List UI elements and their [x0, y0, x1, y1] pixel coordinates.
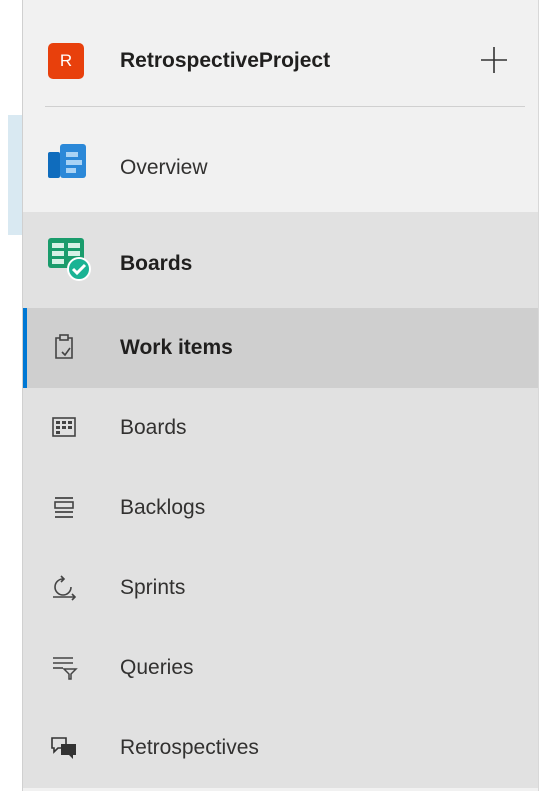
overview-label: Overview	[120, 156, 208, 179]
nav-work-items-label: Work items	[120, 336, 233, 359]
nav-sprints[interactable]: Sprints	[23, 548, 538, 628]
nav-boards-label: Boards	[120, 416, 187, 439]
boards-hub-label: Boards	[120, 252, 193, 275]
boards-hub-icon	[46, 236, 92, 282]
nav-work-items[interactable]: Work items	[23, 308, 538, 388]
nav-backlogs[interactable]: Backlogs	[23, 468, 538, 548]
nav-queries[interactable]: Queries	[23, 628, 538, 708]
overview-icon	[46, 140, 88, 182]
plus-icon	[481, 47, 507, 73]
sprint-cycle-icon	[49, 572, 79, 602]
nav-queries-label: Queries	[120, 656, 194, 679]
nav-sprints-label: Sprints	[120, 576, 186, 599]
project-avatar[interactable]: R	[48, 43, 84, 79]
new-button[interactable]	[476, 42, 512, 78]
gutter-highlight	[8, 115, 22, 235]
nav-backlogs-label: Backlogs	[120, 496, 206, 519]
project-sidebar: R RetrospectiveProject Overview Boards W…	[22, 0, 539, 791]
nav-retrospectives[interactable]: Retrospectives	[23, 708, 538, 788]
retrospective-chat-icon	[49, 732, 79, 762]
nav-boards-hub[interactable]: Boards	[23, 212, 538, 308]
nav-retrospectives-label: Retrospectives	[120, 736, 259, 759]
header-divider	[45, 106, 525, 107]
project-name[interactable]: RetrospectiveProject	[120, 49, 330, 73]
query-filter-icon	[49, 652, 79, 682]
clipboard-icon	[49, 332, 79, 362]
board-grid-icon	[49, 412, 79, 442]
project-header: R RetrospectiveProject	[23, 0, 538, 120]
nav-boards[interactable]: Boards	[23, 388, 538, 468]
nav-overview[interactable]: Overview	[23, 122, 538, 212]
backlog-icon	[49, 492, 79, 522]
